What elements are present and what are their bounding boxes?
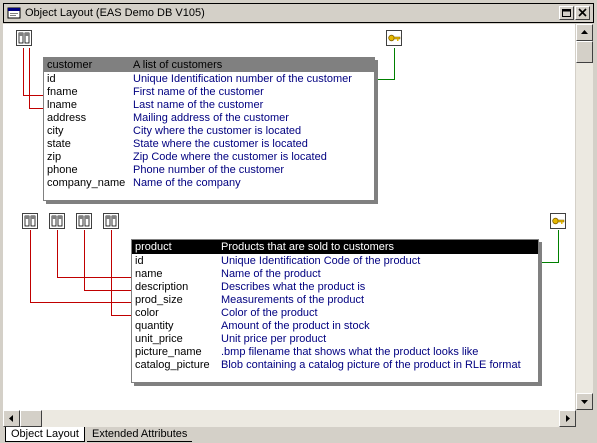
column-name: fname xyxy=(47,85,78,98)
column-object-icon[interactable] xyxy=(103,213,119,229)
product-table[interactable]: product Products that are sold to custom… xyxy=(131,239,539,383)
column-row[interactable]: fname First name of the customer xyxy=(44,85,374,98)
table-header[interactable]: product Products that are sold to custom… xyxy=(132,240,538,254)
scroll-up-button[interactable] xyxy=(576,24,593,41)
column-row[interactable]: catalog_picture Blob containing a catalog… xyxy=(132,358,538,371)
window-title: Object Layout (EAS Demo DB V105) xyxy=(25,7,205,19)
customer-table[interactable]: customer A list of customers id Unique Id… xyxy=(43,57,375,201)
column-row[interactable]: id Unique Identification Code of the prod… xyxy=(132,254,538,267)
column-row[interactable]: name Name of the product xyxy=(132,267,538,280)
tab-object-layout[interactable]: Object Layout xyxy=(5,427,85,442)
column-description: .bmp filename that shows what the produc… xyxy=(221,345,479,358)
column-name: lname xyxy=(47,98,77,111)
horizontal-scroll-thumb[interactable] xyxy=(20,410,42,427)
product-links xyxy=(30,230,131,316)
column-description: Describes what the product is xyxy=(221,280,366,293)
table-name: product xyxy=(135,241,172,253)
column-description: Color of the product xyxy=(221,306,318,319)
column-name: phone xyxy=(47,163,78,176)
column-name: zip xyxy=(47,150,62,163)
column-row[interactable]: prod_size Measurements of the product xyxy=(132,293,538,306)
column-name: quantity xyxy=(135,319,174,332)
column-row[interactable]: quantity Amount of the product in stock xyxy=(132,319,538,332)
column-description: First name of the customer xyxy=(133,85,264,98)
vertical-scroll-thumb[interactable] xyxy=(576,41,593,63)
scroll-right-button[interactable] xyxy=(559,410,576,427)
product-key-link xyxy=(539,230,559,263)
column-object-icon[interactable] xyxy=(22,213,38,229)
column-name: company_name xyxy=(47,176,126,189)
column-row[interactable]: phone Phone number of the customer xyxy=(44,163,374,176)
column-description: Blob containing a catalog picture of the… xyxy=(221,358,521,371)
column-object-icon[interactable] xyxy=(16,30,32,46)
column-list: id Unique Identification number of the cu… xyxy=(44,72,374,189)
table-description: A list of customers xyxy=(133,59,223,71)
key-icon[interactable] xyxy=(550,213,566,229)
column-name: address xyxy=(47,111,87,124)
column-name: color xyxy=(135,306,159,319)
column-row[interactable]: picture_name .bmp filename that shows wha… xyxy=(132,345,538,358)
column-row[interactable]: zip Zip Code where the customer is locate… xyxy=(44,150,374,163)
column-description: Unique Identification Code of the produc… xyxy=(221,254,421,267)
tab-extended-attributes[interactable]: Extended Attributes xyxy=(87,427,193,442)
column-description: Zip Code where the customer is located xyxy=(133,150,327,163)
tab-strip: Object Layout Extended Attributes xyxy=(3,427,594,443)
column-name: prod_size xyxy=(135,293,183,306)
column-description: City where the customer is located xyxy=(133,124,302,137)
table-header[interactable]: customer A list of customers xyxy=(44,58,374,72)
column-description: State where the customer is located xyxy=(133,137,308,150)
column-object-icon[interactable] xyxy=(76,213,92,229)
column-list: id Unique Identification Code of the prod… xyxy=(132,254,538,371)
title-bar: Object Layout (EAS Demo DB V105) xyxy=(3,3,594,23)
scroll-left-button[interactable] xyxy=(3,410,20,427)
column-row[interactable]: city City where the customer is located xyxy=(44,124,374,137)
column-row[interactable]: description Describes what the product is xyxy=(132,280,538,293)
column-name: unit_price xyxy=(135,332,183,345)
column-name: state xyxy=(47,137,71,150)
column-row[interactable]: state State where the customer is located xyxy=(44,137,374,150)
column-name: picture_name xyxy=(135,345,202,358)
column-row[interactable]: color Color of the product xyxy=(132,306,538,319)
column-name: catalog_picture xyxy=(135,358,210,371)
window-icon[interactable] xyxy=(7,6,22,20)
column-name: id xyxy=(135,254,144,267)
column-row[interactable]: id Unique Identification number of the cu… xyxy=(44,72,374,85)
column-description: Mailing address of the customer xyxy=(133,111,289,124)
column-description: Unique Identification number of the cust… xyxy=(133,72,352,85)
table-name: customer xyxy=(47,59,93,71)
key-icon[interactable] xyxy=(386,30,402,46)
restore-button[interactable] xyxy=(559,6,574,20)
customer-key-link xyxy=(375,48,395,80)
vertical-scrollbar[interactable] xyxy=(576,24,593,410)
scroll-corner xyxy=(576,410,593,427)
column-name: id xyxy=(47,72,56,85)
column-description: Unit price per product xyxy=(221,332,327,345)
column-description: Measurements of the product xyxy=(221,293,365,306)
column-row[interactable]: address Mailing address of the customer xyxy=(44,111,374,124)
column-row[interactable]: lname Last name of the customer xyxy=(44,98,374,111)
column-name: name xyxy=(135,267,163,280)
column-description: Amount of the product in stock xyxy=(221,319,370,332)
column-description: Last name of the customer xyxy=(133,98,264,111)
column-description: Name of the company xyxy=(133,176,241,189)
horizontal-scrollbar[interactable] xyxy=(3,410,576,427)
column-description: Name of the product xyxy=(221,267,321,280)
table-description: Products that are sold to customers xyxy=(221,241,395,253)
column-description: Phone number of the customer xyxy=(133,163,285,176)
object-layout-window: Object Layout (EAS Demo DB V105) custome… xyxy=(0,0,597,443)
column-object-icon[interactable] xyxy=(49,213,65,229)
scroll-down-button[interactable] xyxy=(576,393,593,410)
column-name: description xyxy=(135,280,189,293)
layout-canvas[interactable]: customer A list of customers id Unique Id… xyxy=(3,24,575,410)
close-button[interactable] xyxy=(575,6,590,20)
column-row[interactable]: company_name Name of the company xyxy=(44,176,374,189)
column-name: city xyxy=(47,124,64,137)
column-row[interactable]: unit_price Unit price per product xyxy=(132,332,538,345)
customer-links xyxy=(23,48,43,109)
